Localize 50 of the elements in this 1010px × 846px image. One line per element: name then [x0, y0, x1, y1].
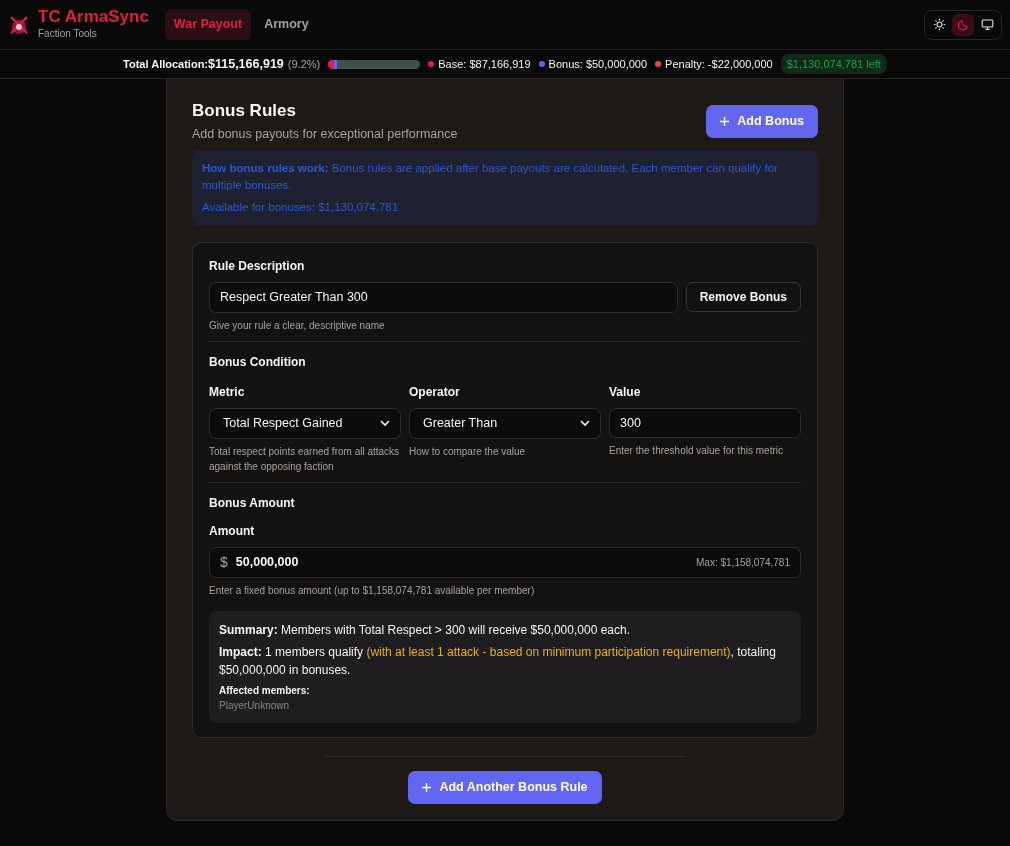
add-bonus-button[interactable]: Add Bonus	[706, 105, 818, 138]
field-label: Metric	[209, 383, 246, 401]
help-text: How to compare the value	[409, 444, 527, 459]
nav-tab[interactable]: War Payout	[164, 9, 252, 40]
description-field[interactable]: Respect Greater Than 300	[209, 281, 678, 313]
sun-icon	[932, 18, 946, 31]
chevron-down-icon	[580, 419, 590, 427]
allocation-percent: (9.2%)	[287, 56, 321, 72]
legend-text: Penalty: -$22,000,000	[665, 56, 773, 72]
field-label: Value	[609, 383, 642, 401]
legend-text: Base: $87,166,919	[438, 56, 531, 72]
amount-title: Bonus Amount	[209, 494, 296, 512]
remove-bonus-button[interactable]: Remove Bonus	[685, 281, 801, 312]
monitor-icon	[980, 18, 994, 31]
allocation-total: $115,166,919	[208, 55, 284, 73]
field-label: Operator	[409, 383, 461, 401]
allocation-label: Total Allocation:	[123, 56, 209, 72]
info-text: How bonus rules work: Bonus rules are applied after base payouts are calculated. Each member can qualify for multiple bonuses.	[202, 161, 779, 194]
remaining-badge: $1,130,074,781 left	[780, 53, 887, 75]
help-text: Enter a fixed bonus amount (up to $1,158,074,781 available per member)	[209, 583, 536, 598]
help-text: Give your rule a clear, descriptive name	[209, 318, 386, 333]
nav-tab[interactable]: Armory	[255, 9, 318, 40]
field-label: Rule Description	[209, 257, 306, 275]
plus-icon	[422, 782, 432, 792]
brand-title: TC ArmaSync	[38, 7, 149, 27]
summary-text: Summary: Members with Total Respect > 300 will receive $50,000,000 each.	[219, 621, 631, 639]
help-text: Total respect points earned from all attacks against the opposing faction	[209, 444, 401, 474]
max-text: Max: $1,158,074,781	[696, 555, 790, 570]
brand-subtitle: Faction Tools	[38, 27, 98, 42]
select-field[interactable]: Greater Than	[409, 407, 601, 439]
member-name: PlayerUnknown	[219, 698, 291, 713]
field-label: Amount	[209, 522, 256, 540]
plus-icon	[720, 116, 730, 126]
currency-symbol: $	[220, 552, 228, 572]
chevron-down-icon	[380, 419, 390, 427]
moon-icon	[956, 18, 970, 31]
condition-title: Bonus Condition	[209, 353, 307, 371]
section-title: Bonus Rules	[192, 101, 297, 122]
section-subtitle: Add bonus payouts for exceptional performance	[192, 126, 458, 144]
value-field[interactable]: 300	[609, 407, 801, 438]
impact-text: Impact: 1 members qualify (with at least 1 attack - based on minimum participation requirement), totaling $50,000,000 in bonuses.	[219, 643, 777, 679]
add-rule-button[interactable]: Add Another Bonus Rule	[408, 770, 602, 804]
logo-icon	[8, 13, 30, 36]
legend-text: Bonus: $50,000,000	[548, 56, 648, 72]
available-text: Available for bonuses: $1,130,074,781	[202, 199, 400, 215]
affected-label: Affected members:	[219, 683, 311, 698]
select-field[interactable]: Total Respect Gained	[209, 407, 401, 439]
amount-value: 50,000,000	[235, 554, 299, 571]
help-text: Enter the threshold value for this metric	[609, 443, 784, 458]
amount-field[interactable]: $ 50,000,000 Max: $1,158,074,781	[209, 546, 801, 578]
